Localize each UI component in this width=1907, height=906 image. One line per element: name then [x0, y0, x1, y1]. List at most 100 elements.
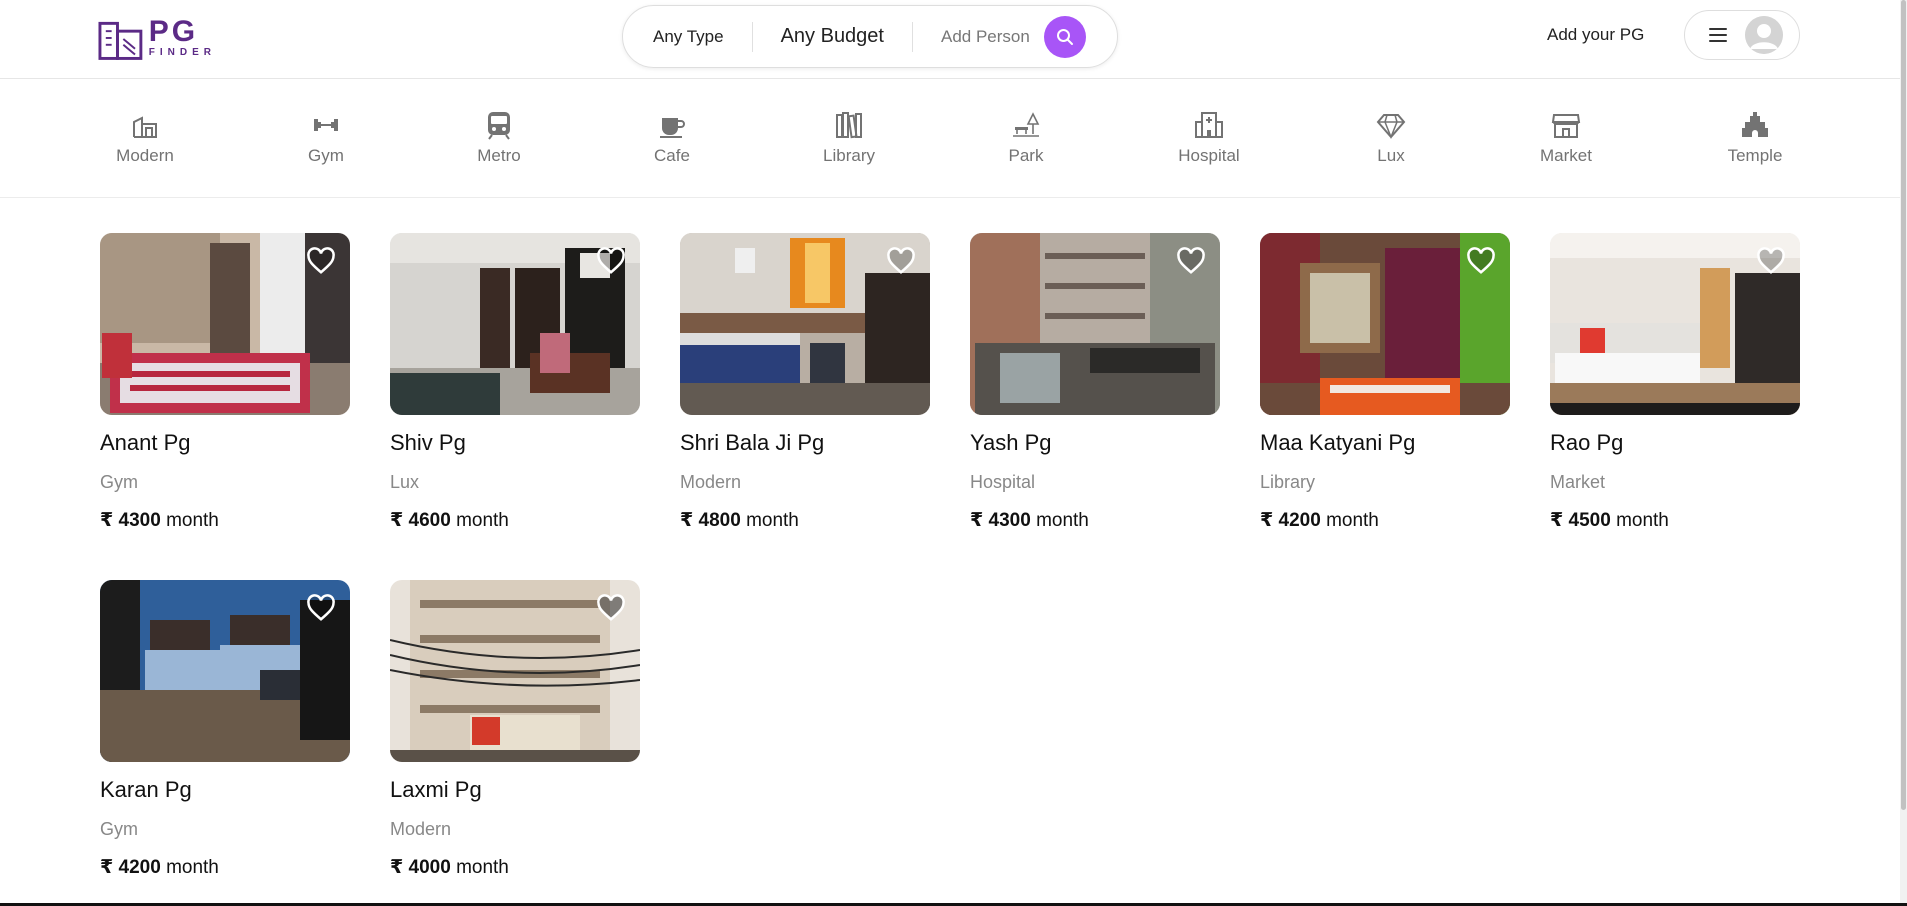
- category-modern[interactable]: Modern: [90, 110, 200, 166]
- temple-icon: [1742, 112, 1768, 137]
- building-logo-icon: [98, 21, 143, 60]
- category-lux[interactable]: Lux: [1336, 110, 1446, 166]
- price-unit: month: [1326, 510, 1379, 531]
- listing-photo[interactable]: [1260, 233, 1510, 415]
- price-unit: month: [1036, 510, 1089, 531]
- listing-photo[interactable]: [390, 580, 640, 762]
- price-unit: month: [1616, 510, 1669, 531]
- price-unit: month: [456, 510, 509, 531]
- dumbbell-icon: [314, 119, 338, 131]
- listing-card[interactable]: Yash Pg Hospital ₹ 4300 month: [970, 233, 1220, 532]
- listing-category: Modern: [390, 819, 452, 839]
- user-menu-button[interactable]: [1684, 10, 1800, 60]
- category-market[interactable]: Market: [1511, 110, 1621, 166]
- search-button[interactable]: [1043, 15, 1086, 58]
- metro-train-icon: [488, 112, 510, 140]
- price-amount: ₹ 4300: [970, 510, 1031, 531]
- logo-sub-text: FINDER: [148, 46, 216, 58]
- type-filter[interactable]: Any Type: [623, 27, 752, 47]
- listing-price: ₹ 4600 month: [390, 509, 640, 532]
- listing-name: Shri Bala Ji Pg: [680, 430, 825, 455]
- category-label: Library: [823, 146, 875, 165]
- listing-card[interactable]: Shri Bala Ji Pg Modern ₹ 4800 month: [680, 233, 930, 532]
- listing-price: ₹ 4200 month: [100, 856, 350, 879]
- listing-name: Yash Pg: [970, 430, 1052, 455]
- listing-card[interactable]: Maa Katyani Pg Library ₹ 4200 month: [1260, 233, 1510, 532]
- listing-photo[interactable]: [100, 233, 350, 415]
- favorite-heart-icon[interactable]: [306, 247, 336, 275]
- favorite-heart-icon[interactable]: [596, 247, 626, 275]
- diamond-icon: [1376, 114, 1406, 140]
- category-metro[interactable]: Metro: [444, 110, 554, 166]
- category-park[interactable]: Park: [971, 110, 1081, 166]
- listing-name: Shiv Pg: [390, 430, 466, 455]
- category-label: Cafe: [654, 146, 690, 165]
- price-amount: ₹ 4500: [1550, 510, 1611, 531]
- scrollbar-thumb[interactable]: [1901, 0, 1906, 810]
- listing-price: ₹ 4300 month: [100, 509, 350, 532]
- category-library[interactable]: Library: [794, 110, 904, 166]
- modern-building-icon: [133, 116, 157, 138]
- listing-name: Karan Pg: [100, 777, 192, 802]
- search-icon: [1056, 28, 1073, 45]
- favorite-heart-icon[interactable]: [1466, 247, 1496, 275]
- price-unit: month: [456, 857, 509, 878]
- listing-category: Library: [1260, 472, 1316, 492]
- listing-price: ₹ 4200 month: [1260, 509, 1510, 532]
- listing-name: Maa Katyani Pg: [1260, 430, 1416, 455]
- price-amount: ₹ 4200: [1260, 510, 1321, 531]
- listing-photo[interactable]: [680, 233, 930, 415]
- price-amount: ₹ 4800: [680, 510, 741, 531]
- listing-name: Rao Pg: [1550, 430, 1624, 455]
- listing-price: ₹ 4500 month: [1550, 509, 1800, 532]
- listing-name: Laxmi Pg: [390, 777, 482, 802]
- listing-price: ₹ 4000 month: [390, 856, 640, 879]
- listing-photo[interactable]: [100, 580, 350, 762]
- listing-category: Hospital: [970, 472, 1036, 492]
- listing-category: Modern: [680, 472, 742, 492]
- budget-filter[interactable]: Any Budget: [753, 25, 912, 48]
- category-hospital[interactable]: Hospital: [1154, 110, 1264, 166]
- page-scrollbar[interactable]: [1900, 0, 1907, 903]
- listing-category: Market: [1550, 472, 1606, 492]
- listing-category: Gym: [100, 819, 138, 839]
- price-amount: ₹ 4300: [100, 510, 161, 531]
- favorite-heart-icon[interactable]: [596, 594, 626, 622]
- hospital-icon: [1195, 112, 1223, 138]
- listing-category: Lux: [390, 472, 420, 492]
- listing-card[interactable]: Anant Pg Gym ₹ 4300 month: [100, 233, 350, 532]
- listing-price: ₹ 4800 month: [680, 509, 930, 532]
- category-label: Temple: [1727, 146, 1783, 165]
- search-bar: Any Type Any Budget Add Person: [622, 5, 1118, 68]
- category-label: Park: [1008, 146, 1044, 165]
- books-icon: [836, 112, 862, 139]
- price-amount: ₹ 4200: [100, 857, 161, 878]
- price-amount: ₹ 4600: [390, 510, 451, 531]
- favorite-heart-icon[interactable]: [1756, 247, 1786, 275]
- category-cafe[interactable]: Cafe: [617, 110, 727, 166]
- listing-photo[interactable]: [1550, 233, 1800, 415]
- pg-finder-logo[interactable]: PG FINDER: [98, 12, 216, 62]
- category-label: Hospital: [1178, 146, 1240, 165]
- listing-card[interactable]: Rao Pg Market ₹ 4500 month: [1550, 233, 1800, 532]
- category-label: Market: [1540, 146, 1592, 165]
- hamburger-icon: [1709, 28, 1727, 42]
- store-icon: [1551, 114, 1581, 138]
- listing-card[interactable]: Karan Pg Gym ₹ 4200 month: [100, 580, 350, 879]
- person-filter[interactable]: Add Person: [913, 27, 1044, 47]
- favorite-heart-icon[interactable]: [886, 247, 916, 275]
- favorite-heart-icon[interactable]: [1176, 247, 1206, 275]
- category-temple[interactable]: Temple: [1700, 110, 1810, 166]
- listing-card[interactable]: Laxmi Pg Modern ₹ 4000 month: [390, 580, 640, 879]
- listing-photo[interactable]: [970, 233, 1220, 415]
- category-label: Gym: [308, 146, 344, 165]
- listing-name: Anant Pg: [100, 430, 191, 455]
- listing-category: Gym: [100, 472, 138, 492]
- favorite-heart-icon[interactable]: [306, 594, 336, 622]
- add-your-pg-link[interactable]: Add your PG: [1547, 25, 1644, 45]
- listing-photo[interactable]: [390, 233, 640, 415]
- listing-card[interactable]: Shiv Pg Lux ₹ 4600 month: [390, 233, 640, 532]
- category-gym[interactable]: Gym: [271, 110, 381, 166]
- top-navbar: PG FINDER Any Type Any Budget Add Person…: [0, 0, 1900, 79]
- listing-price: ₹ 4300 month: [970, 509, 1220, 532]
